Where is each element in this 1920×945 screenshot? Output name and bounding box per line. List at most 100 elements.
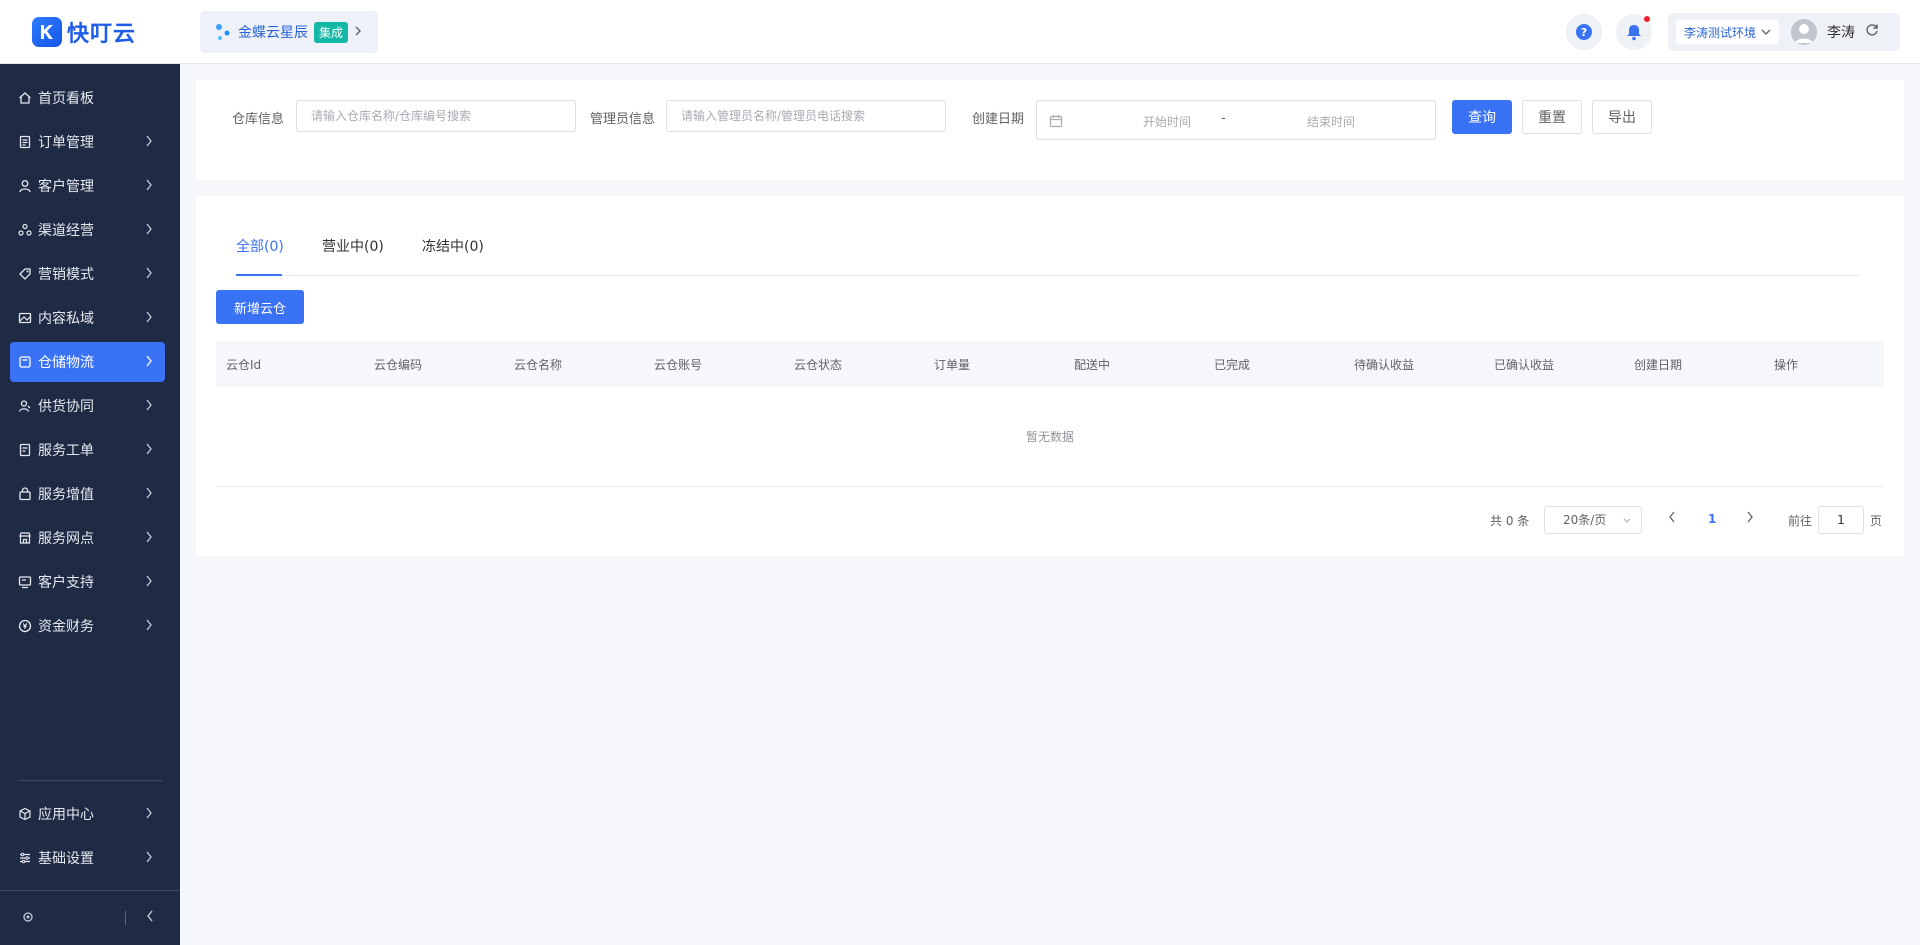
product-dots-icon xyxy=(216,24,230,40)
sidebar-item-8[interactable]: 服务工单 xyxy=(10,430,165,470)
sidebar-item-5[interactable]: 内容私域 xyxy=(10,298,165,338)
chevron-right-icon xyxy=(145,619,153,635)
chevron-right-icon xyxy=(145,267,153,283)
username[interactable]: 李涛 xyxy=(1827,22,1855,42)
chevron-right-icon xyxy=(354,25,362,40)
bag-icon xyxy=(18,487,32,501)
home-icon xyxy=(18,91,32,105)
sidebar-item-3[interactable]: 渠道经营 xyxy=(10,210,165,250)
user-icon xyxy=(18,179,32,193)
brand-logo[interactable]: 快叮云 xyxy=(32,16,136,48)
ticket-icon xyxy=(18,443,32,457)
chevron-right-icon xyxy=(145,531,153,547)
store-icon xyxy=(18,531,32,545)
next-page-button[interactable] xyxy=(1746,511,1754,526)
support-icon xyxy=(18,575,32,589)
sidebar-item-10[interactable]: 服务网点 xyxy=(10,518,165,558)
chevron-right-icon xyxy=(145,179,153,195)
chevron-down-icon xyxy=(1761,29,1771,35)
empty-state: 暂无数据 xyxy=(216,387,1884,487)
sidebar-item-bottom-1[interactable]: 基础设置 xyxy=(10,838,165,878)
product-switcher[interactable]: 金蝶云星辰 集成 xyxy=(200,11,378,53)
page-size-value: 20条/页 xyxy=(1563,513,1607,527)
question-icon: ? xyxy=(1576,24,1592,40)
integration-badge: 集成 xyxy=(314,21,349,43)
chevron-left-icon xyxy=(1669,511,1675,523)
sidebar-item-7[interactable]: 供货协同 xyxy=(10,386,165,426)
sidebar-item-9[interactable]: 服务增值 xyxy=(10,474,165,514)
yuan-icon xyxy=(18,619,32,633)
sidebar-item-12[interactable]: 资金财务 xyxy=(10,606,165,646)
brand-logo-icon xyxy=(32,17,62,47)
environment-select[interactable]: 李涛测试环境 xyxy=(1676,20,1780,44)
cube-icon xyxy=(18,807,32,821)
page-number-current[interactable]: 1 xyxy=(1708,512,1716,526)
sidebar-item-label: 应用中心 xyxy=(38,807,94,823)
environment-label: 李涛测试环境 xyxy=(1684,25,1757,40)
active-tab-indicator xyxy=(236,274,282,276)
column-header: 已确认收益 xyxy=(1494,358,1555,372)
admin-search-input[interactable] xyxy=(666,100,946,132)
tab-all[interactable]: 全部(0) xyxy=(236,236,284,276)
query-button[interactable]: 查询 xyxy=(1452,100,1512,134)
column-header: 云仓Id xyxy=(226,358,262,372)
page-size-select[interactable]: 20条/页 xyxy=(1544,506,1642,534)
sidebar-item-label: 服务工单 xyxy=(38,443,94,459)
sidebar-item-label: 营销模式 xyxy=(38,267,94,283)
sidebar-item-2[interactable]: 客户管理 xyxy=(10,166,165,206)
sidebar-item-0[interactable]: 首页看板 xyxy=(10,78,165,118)
start-date-input[interactable]: 开始时间 xyxy=(1117,113,1217,130)
chevron-right-icon xyxy=(145,135,153,151)
column-header: 创建日期 xyxy=(1634,358,1683,372)
export-button[interactable]: 导出 xyxy=(1592,100,1652,134)
tag-icon xyxy=(18,267,32,281)
chevron-right-icon xyxy=(145,399,153,415)
tab-frozen[interactable]: 冻结中(0) xyxy=(422,236,484,276)
warehouse-list-panel: 全部(0) 营业中(0) 冻结中(0) 新增云仓 云仓Id 云仓编码 云仓名称 云仓账… xyxy=(196,196,1904,556)
chevron-right-icon xyxy=(145,487,153,503)
goto-page-input[interactable] xyxy=(1818,506,1864,534)
prev-page-button[interactable] xyxy=(1668,511,1676,526)
help-button[interactable]: ? xyxy=(1566,14,1602,50)
sidebar-item-1[interactable]: 订单管理 xyxy=(10,122,165,162)
reset-button[interactable]: 重置 xyxy=(1522,100,1582,134)
sidebar-item-label: 首页看板 xyxy=(38,91,94,107)
bell-icon xyxy=(1627,25,1641,41)
tab-operating[interactable]: 营业中(0) xyxy=(322,236,384,276)
sidebar-item-label: 订单管理 xyxy=(38,135,94,151)
page-suffix: 页 xyxy=(1870,514,1883,528)
collapse-sidebar-icon[interactable] xyxy=(146,910,154,926)
date-label: 创建日期 xyxy=(972,112,1025,127)
sidebar-item-label: 客户管理 xyxy=(38,179,94,195)
sidebar-item-label: 服务网点 xyxy=(38,531,94,547)
sidebar-item-label: 服务增值 xyxy=(38,487,94,503)
sidebar-item-label: 供货协同 xyxy=(38,399,94,415)
sidebar-item-11[interactable]: 客户支持 xyxy=(10,562,165,602)
settings-gear-icon[interactable] xyxy=(22,911,34,927)
sidebar-item-bottom-0[interactable]: 应用中心 xyxy=(10,794,165,834)
warehouse-icon xyxy=(18,355,32,369)
date-range-picker[interactable]: 开始时间 - 结束时间 xyxy=(1036,100,1436,140)
column-header: 云仓名称 xyxy=(514,358,563,372)
chevron-right-icon xyxy=(145,223,153,239)
sidebar-item-4[interactable]: 营销模式 xyxy=(10,254,165,294)
avatar[interactable] xyxy=(1791,19,1818,45)
end-date-input[interactable]: 结束时间 xyxy=(1281,113,1381,130)
sidebar-divider xyxy=(18,780,163,781)
product-name: 金蝶云星辰 xyxy=(238,25,308,41)
user-avatar-icon xyxy=(1795,24,1814,43)
filter-panel: 仓库信息 管理员信息 创建日期 开始时间 - 结束时间 查询 重置 导出 xyxy=(196,80,1904,180)
sidebar-item-6[interactable]: 仓储物流 xyxy=(10,342,165,382)
refresh-icon[interactable] xyxy=(1865,23,1879,41)
chevron-right-icon xyxy=(145,311,153,327)
sidebar-item-label: 渠道经营 xyxy=(38,223,94,239)
notification-button[interactable] xyxy=(1616,14,1652,50)
column-header: 已完成 xyxy=(1214,358,1251,372)
notification-dot xyxy=(1644,16,1650,22)
calendar-icon xyxy=(1049,114,1063,132)
add-cloud-warehouse-button[interactable]: 新增云仓 xyxy=(216,290,304,324)
sidebar: 首页看板订单管理客户管理渠道经营营销模式内容私域 仓储物流供货协同服务工单服务增值… xyxy=(0,64,180,945)
warehouse-search-input[interactable] xyxy=(296,100,576,132)
chevron-right-icon xyxy=(145,575,153,591)
settings-sliders-icon xyxy=(18,851,32,865)
